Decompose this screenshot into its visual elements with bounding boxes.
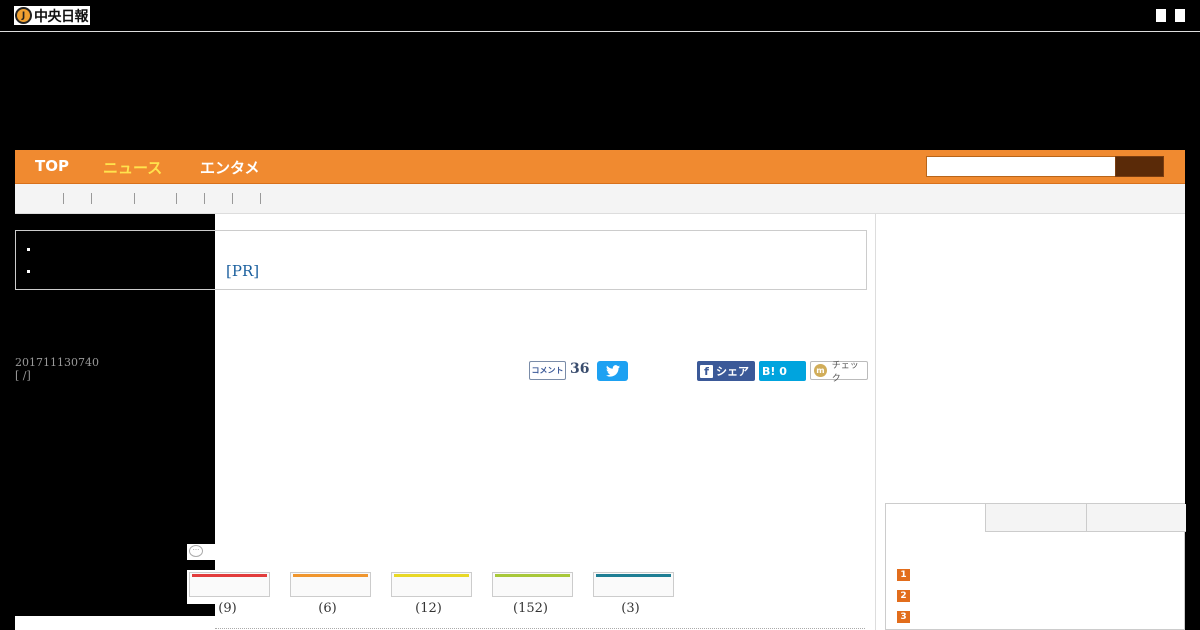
reaction-button[interactable] bbox=[492, 572, 573, 597]
logo-text: 中央日報 bbox=[34, 8, 89, 25]
twitter-share-button[interactable] bbox=[597, 361, 628, 381]
speech-bubble-icon: ··· bbox=[189, 545, 203, 557]
top-header: J 中央日報 bbox=[0, 0, 1200, 32]
reaction-button[interactable] bbox=[290, 572, 371, 597]
search-input[interactable] bbox=[926, 156, 1116, 177]
hatena-bookmark-button[interactable]: B! 0 bbox=[759, 361, 806, 381]
facebook-icon: f bbox=[700, 364, 713, 378]
pr-list bbox=[16, 231, 216, 289]
subnav-separator bbox=[176, 193, 177, 204]
header-button-2[interactable] bbox=[1175, 9, 1185, 22]
logo-mark-icon: J bbox=[15, 7, 32, 24]
article-date: 201711130740 bbox=[15, 356, 99, 369]
pr-label[interactable]: [PR] bbox=[226, 262, 259, 280]
subnav-separator bbox=[91, 193, 92, 204]
reaction-color-bar bbox=[192, 574, 267, 577]
reaction-count: (12) bbox=[415, 601, 442, 616]
subnav-separator bbox=[204, 193, 205, 204]
rank-number: 2 bbox=[897, 590, 910, 602]
nav-item-news[interactable]: ニュース bbox=[103, 157, 162, 178]
comment-count[interactable]: 36 bbox=[570, 361, 589, 377]
reaction-count: (6) bbox=[318, 601, 337, 616]
mixi-icon: m bbox=[814, 364, 827, 377]
list-bullet bbox=[27, 248, 30, 251]
sub-nav bbox=[15, 184, 1185, 214]
left-strip bbox=[15, 616, 215, 630]
reaction-count: (152) bbox=[513, 601, 548, 616]
ranking-tab-2[interactable] bbox=[985, 504, 1086, 532]
pr-box bbox=[15, 230, 867, 290]
ranking-tab-3[interactable] bbox=[1086, 504, 1186, 532]
reaction-button[interactable] bbox=[391, 572, 472, 597]
reaction-button[interactable] bbox=[593, 572, 674, 597]
search-button[interactable] bbox=[1115, 156, 1164, 177]
ranking-box: 1 2 3 bbox=[885, 503, 1186, 630]
article-category: [ /] bbox=[15, 369, 31, 382]
reaction-count: (3) bbox=[621, 601, 640, 616]
divider bbox=[215, 628, 865, 629]
reaction-color-bar bbox=[596, 574, 671, 577]
subnav-separator bbox=[260, 193, 261, 204]
main-nav: TOP ニュース エンタメ bbox=[15, 150, 1185, 184]
nav-item-top[interactable]: TOP bbox=[35, 157, 69, 175]
reaction-button[interactable] bbox=[189, 572, 270, 597]
reaction-color-bar bbox=[394, 574, 469, 577]
reaction-color-bar bbox=[495, 574, 570, 577]
rank-number: 1 bbox=[897, 569, 910, 581]
mixi-check-button[interactable]: m チェック bbox=[810, 361, 868, 384]
ranking-tab-1[interactable] bbox=[886, 504, 985, 532]
facebook-share-button[interactable]: f シェア bbox=[697, 361, 755, 381]
reaction-color-bar bbox=[293, 574, 368, 577]
comment-button[interactable]: コメント bbox=[529, 361, 566, 380]
rank-number: 3 bbox=[897, 611, 910, 623]
facebook-share-label: シェア bbox=[716, 365, 749, 378]
mixi-check-label: チェック bbox=[831, 360, 859, 384]
list-bullet bbox=[27, 270, 30, 273]
header-button-1[interactable] bbox=[1156, 9, 1166, 22]
site-logo[interactable]: J 中央日報 bbox=[14, 6, 90, 25]
page: J 中央日報 TOP ニュース エンタメ [PR] 201711130740 [… bbox=[0, 0, 1200, 630]
reaction-bubble: ··· bbox=[187, 544, 215, 560]
subnav-separator bbox=[232, 193, 233, 204]
reaction-count: (9) bbox=[218, 601, 237, 616]
nav-item-entertainment[interactable]: エンタメ bbox=[200, 157, 260, 178]
subnav-separator bbox=[63, 193, 64, 204]
twitter-bird-icon bbox=[605, 365, 620, 377]
subnav-separator bbox=[134, 193, 135, 204]
